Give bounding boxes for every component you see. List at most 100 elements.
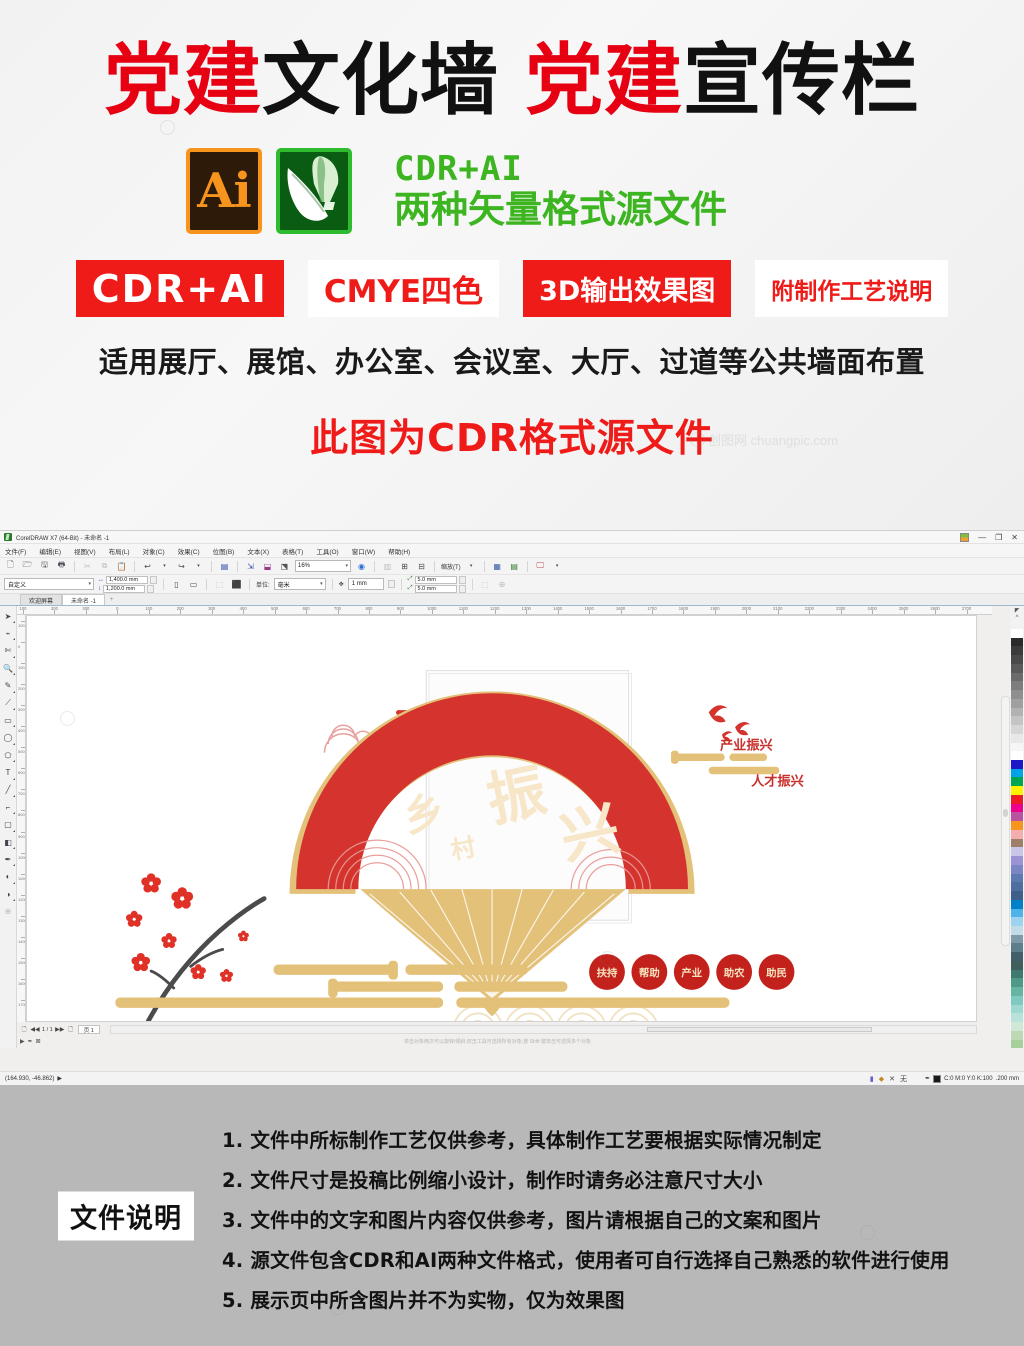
snap-dropdown-icon[interactable]: ▾ — [465, 560, 478, 573]
menu-item-table[interactable]: 表格(T) — [282, 546, 303, 556]
palette-swatch[interactable] — [1011, 760, 1023, 769]
page-height-stepper[interactable] — [147, 584, 154, 593]
next-page-icon[interactable]: ▶▶ — [55, 1026, 64, 1034]
palette-swatch[interactable] — [1011, 882, 1023, 892]
menu-item-bitmaps[interactable]: 位图(B) — [213, 546, 235, 556]
palette-swatch[interactable] — [1011, 655, 1023, 664]
palette-swatch[interactable] — [1011, 742, 1023, 752]
pick-tool-icon[interactable]: ➤ — [1, 609, 15, 623]
export-icon[interactable]: ⇲ — [244, 560, 257, 573]
duplicate-y-field[interactable]: 5.0 mm — [414, 584, 457, 593]
palette-swatch[interactable] — [1011, 637, 1023, 647]
zoom-tool-icon[interactable]: 🔍 — [1, 661, 15, 676]
palette-swatch[interactable] — [1011, 786, 1023, 795]
palette-swatch[interactable] — [1011, 838, 1023, 848]
menu-item-effects[interactable]: 效果(C) — [178, 546, 200, 556]
palette-swatch[interactable] — [1011, 899, 1023, 909]
copy-icon[interactable]: ⧉ — [98, 560, 111, 573]
fill-swatch-icon[interactable]: ▮ — [870, 1075, 874, 1083]
cut-icon[interactable]: ✂ — [81, 560, 94, 573]
app-launcher-icon[interactable] — [960, 532, 970, 542]
all-pages-icon[interactable]: ⬚ — [213, 578, 226, 591]
first-page-icon[interactable]: ◀◀ — [30, 1026, 39, 1034]
palette-swatch[interactable] — [1011, 1004, 1023, 1014]
palette-swatch[interactable] — [1011, 1039, 1023, 1049]
menu-item-edit[interactable]: 编辑(E) — [39, 546, 61, 556]
page-preset-combo[interactable]: 自定义 ▾ — [4, 578, 94, 590]
new-tab-button[interactable]: + — [105, 594, 119, 605]
coordinates-expand-icon[interactable]: ▶ — [57, 1075, 62, 1082]
add-page-after-icon[interactable]: 🗋 — [67, 1026, 75, 1034]
menu-item-object[interactable]: 对象(C) — [143, 546, 165, 556]
palette-swatch[interactable] — [1011, 969, 1023, 979]
page-width-field[interactable]: 1,400.0 mm — [106, 575, 148, 584]
color-eyedropper-icon[interactable]: ✒ — [1, 852, 15, 867]
menu-item-help[interactable]: 帮助(H) — [388, 546, 410, 556]
freehand-tool-icon[interactable]: ✎ — [1, 679, 15, 693]
palette-swatch[interactable] — [1011, 1013, 1023, 1023]
horizontal-ruler[interactable]: 100 200 300 0 100 200 300 400 500 600 700 800 900 100… — [17, 606, 992, 615]
page-height-field[interactable]: 1,200.0 mm — [103, 584, 145, 593]
palette-swatch[interactable] — [1011, 891, 1023, 900]
horizontal-scrollbar[interactable] — [110, 1025, 977, 1034]
menu-item-tools[interactable]: 工具(O) — [316, 546, 338, 556]
open-icon[interactable]: 🗁 — [21, 560, 34, 573]
shape-tool-icon[interactable]: ⌁ — [1, 626, 15, 641]
outline-color-chip[interactable] — [933, 1074, 942, 1083]
snap-menu-label[interactable]: 缩放(T) — [441, 562, 461, 571]
outline-swatch-icon[interactable]: ◆ — [879, 1075, 884, 1083]
palette-swatch[interactable] — [1011, 733, 1023, 743]
palette-swatch[interactable] — [1011, 864, 1023, 874]
menu-item-window[interactable]: 窗口(W) — [352, 546, 375, 556]
redo-icon[interactable]: ↪ — [175, 560, 188, 573]
zoom-level-combo[interactable]: 16% ▾ — [295, 560, 351, 572]
menu-item-view[interactable]: 视图(V) — [74, 546, 96, 556]
duplicate-x-field[interactable]: 5.0 mm — [414, 575, 457, 584]
current-page-icon[interactable]: ⬛ — [230, 578, 243, 591]
save-icon[interactable]: 🖫 — [38, 560, 51, 573]
tab-welcome-screen[interactable]: 欢迎屏幕 — [20, 594, 63, 605]
vertical-scrollbar[interactable] — [1001, 696, 1010, 946]
import-icon[interactable]: ▤ — [218, 560, 231, 573]
text-tool-icon[interactable]: T — [1, 766, 15, 780]
add-tool-icon[interactable]: ⊕ — [1, 905, 15, 919]
undo-icon[interactable]: ↩ — [141, 560, 154, 573]
palette-swatch[interactable] — [1011, 698, 1023, 708]
redo-dropdown-icon[interactable]: ▾ — [192, 560, 205, 573]
palette-swatch[interactable] — [1011, 925, 1023, 935]
palette-swatch[interactable] — [1011, 873, 1023, 883]
palette-swatch[interactable] — [1011, 751, 1023, 761]
smart-fill-tool-icon[interactable]: ⟋ — [1, 696, 15, 710]
landscape-orientation-icon[interactable]: ▭ — [187, 578, 200, 591]
show-rulers-icon[interactable]: ▥ — [381, 560, 394, 573]
palette-swatch[interactable] — [1011, 812, 1023, 822]
publish-pdf-icon[interactable]: ⬓ — [261, 560, 274, 573]
parallel-dimension-tool-icon[interactable]: ╱ — [1, 783, 15, 797]
palette-swatch[interactable] — [1011, 908, 1023, 918]
crop-tool-icon[interactable]: ✄ — [1, 644, 15, 658]
palette-swatch[interactable] — [1011, 856, 1023, 865]
undo-dropdown-icon[interactable]: ▾ — [158, 560, 171, 573]
export-html-icon[interactable]: ⬔ — [278, 560, 291, 573]
chevron-down-icon[interactable]: ▾ — [345, 563, 348, 569]
hscrollbar-thumb[interactable] — [647, 1027, 873, 1032]
portrait-orientation-icon[interactable]: ▯ — [170, 578, 183, 591]
snap-icon[interactable]: ⊞ — [398, 560, 411, 573]
paste-icon[interactable]: 📋 — [115, 560, 128, 573]
tab-untitled-1[interactable]: 未命名 -1 — [62, 594, 106, 605]
new-icon[interactable]: 🗋 — [4, 560, 17, 573]
drop-shadow-tool-icon[interactable]: ▢ — [1, 818, 15, 832]
interactive-fill-tool-icon[interactable]: ◐ — [1, 870, 15, 884]
palette-swatch[interactable] — [1011, 978, 1023, 988]
palette-swatch[interactable] — [1011, 646, 1023, 656]
palette-scroll-up2-icon[interactable]: ^ — [1016, 615, 1019, 621]
palette-swatch[interactable] — [1011, 821, 1023, 830]
palette-swatch[interactable] — [1011, 629, 1023, 638]
rectangle-tool-icon[interactable]: ▭ — [1, 713, 15, 728]
polygon-tool-icon[interactable]: ⬠ — [1, 748, 15, 763]
palette-swatch[interactable] — [1011, 829, 1023, 839]
palette-swatch[interactable] — [1011, 690, 1023, 699]
launcher-dropdown-icon[interactable]: ▾ — [551, 560, 564, 573]
palette-swatches[interactable] — [1011, 629, 1023, 1049]
duplicate-y-stepper[interactable] — [458, 584, 466, 593]
